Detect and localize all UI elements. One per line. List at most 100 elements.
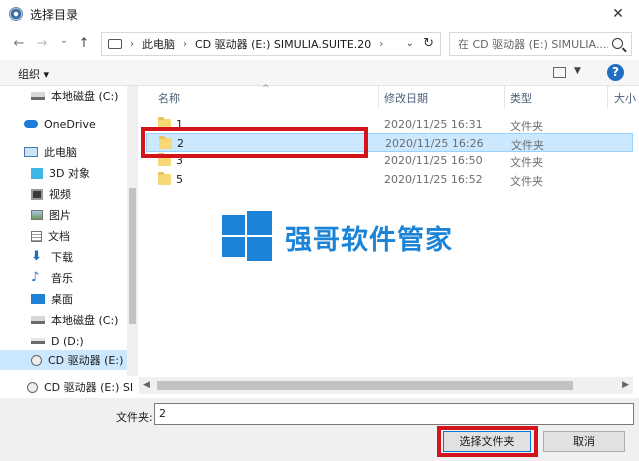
folder-field-label: 文件夹: [116, 411, 153, 424]
annotation-highlight-folder [141, 127, 368, 158]
search-box[interactable]: 在 CD 驱动器 (E:) SIMULIA.... [449, 32, 632, 56]
navigation-pane: 本地磁盘 (C:) OneDrive 此电脑 3D 对象 视频 图片 文档 ⬇ … [0, 86, 138, 376]
navigation-pane-scrollbar[interactable] [127, 86, 138, 376]
sidebar-item-documents[interactable]: 文档 [0, 226, 128, 246]
sidebar-item-label: 视频 [49, 188, 71, 201]
navigation-bar: ← → ⌄ ↑ › 此电脑 › CD 驱动器 (E:) SIMULIA.SUIT… [0, 28, 639, 60]
file-list-horizontal-scrollbar[interactable]: ◀ ▶ [139, 377, 633, 394]
refresh-icon[interactable]: ↻ [423, 36, 434, 51]
file-date: 2020/11/25 16:31 [384, 118, 483, 131]
file-type: 文件夹 [510, 175, 543, 188]
column-divider[interactable] [504, 86, 505, 108]
file-date: 2020/11/25 16:50 [384, 154, 483, 167]
music-icon: ♪ [31, 270, 40, 285]
column-header-type[interactable]: 类型 [510, 90, 532, 106]
sidebar-item-label: 本地磁盘 (C:) [51, 314, 119, 327]
folder-name-input[interactable]: 2 [154, 403, 634, 425]
view-dropdown-icon[interactable]: ▼ [574, 66, 581, 76]
file-date: 2020/11/25 16:26 [385, 137, 484, 150]
organize-menu[interactable]: 组织 ▾ [18, 66, 49, 82]
dialog-footer: 文件夹: 2 选择文件夹 取消 [0, 398, 639, 461]
document-icon [31, 230, 42, 242]
column-divider[interactable] [607, 86, 608, 108]
breadcrumb-separator: › [379, 38, 384, 50]
search-icon [612, 38, 623, 49]
view-options-icon[interactable] [553, 67, 566, 78]
column-header-date[interactable]: 修改日期 [384, 90, 428, 106]
download-icon: ⬇ [31, 249, 42, 264]
scrollbar-thumb[interactable] [129, 188, 136, 324]
sidebar-item-label: D (D:) [51, 334, 84, 348]
scroll-right-icon[interactable]: ▶ [622, 380, 629, 390]
close-button[interactable]: ✕ [609, 5, 627, 23]
cloud-icon [24, 120, 38, 128]
sidebar-item-music[interactable]: ♪ 音乐 [0, 268, 128, 288]
dialog-icon [9, 7, 23, 21]
sidebar-item-local-disk-c[interactable]: 本地磁盘 (C:) [0, 86, 128, 106]
annotation-highlight-select-button [437, 426, 538, 457]
command-toolbar: 组织 ▾ ▼ ? [0, 60, 639, 86]
breadcrumb-cd-drive[interactable]: CD 驱动器 (E:) SIMULIA.SUITE.20 [195, 36, 371, 52]
sidebar-item-label: 桌面 [51, 293, 73, 306]
up-arrow-icon[interactable]: ↑ [76, 36, 92, 51]
address-bar[interactable]: › 此电脑 › CD 驱动器 (E:) SIMULIA.SUITE.20 › ⌄… [101, 32, 441, 56]
file-date: 2020/11/25 16:52 [384, 173, 483, 186]
sidebar-item-3d-objects[interactable]: 3D 对象 [0, 163, 128, 183]
breadcrumb-separator: › [183, 38, 187, 50]
forward-arrow-icon[interactable]: → [34, 36, 50, 51]
sidebar-item-videos[interactable]: 视频 [0, 184, 128, 204]
sidebar-item-label: 音乐 [51, 272, 73, 285]
breadcrumb-this-pc[interactable]: 此电脑 [142, 36, 175, 52]
sidebar-item-label: 3D 对象 [49, 167, 90, 180]
sidebar-item-cd-drive-e[interactable]: CD 驱动器 (E:) S [0, 350, 128, 370]
sidebar-item-label: 图片 [49, 209, 71, 222]
cd-drive-icon [31, 354, 42, 366]
back-arrow-icon[interactable]: ← [11, 36, 27, 51]
help-icon[interactable]: ? [607, 64, 624, 81]
sidebar-item-label: 此电脑 [44, 146, 77, 159]
folder-icon [158, 172, 171, 185]
drive-icon [31, 316, 45, 324]
search-input[interactable]: 在 CD 驱动器 (E:) SIMULIA.... [458, 36, 608, 52]
sidebar-item-cd-drive-e-collapsed[interactable]: CD 驱动器 (E:) SI [0, 376, 138, 398]
sidebar-item-label: CD 驱动器 (E:) SI [44, 381, 134, 394]
breadcrumb-separator: › [130, 38, 134, 50]
sidebar-item-label: CD 驱动器 (E:) S [48, 354, 128, 367]
cd-drive-icon [27, 381, 38, 393]
windows-logo-icon [222, 211, 272, 261]
file-type: 文件夹 [510, 120, 543, 133]
desktop-icon [31, 294, 45, 304]
sidebar-item-label: 本地磁盘 (C:) [51, 90, 119, 103]
title-bar: 选择目录 ✕ [0, 0, 639, 28]
file-name: 5 [176, 173, 183, 186]
computer-icon [24, 147, 38, 157]
drive-icon [31, 92, 45, 100]
sidebar-item-label: 下载 [51, 251, 73, 264]
sidebar-item-desktop[interactable]: 桌面 [0, 289, 128, 309]
cube-icon [31, 167, 43, 179]
computer-icon [108, 39, 122, 49]
sidebar-item-downloads[interactable]: ⬇ 下载 [0, 247, 128, 267]
sort-ascending-icon: ^ [262, 84, 270, 94]
table-row[interactable]: 5 2020/11/25 16:52 文件夹 [146, 170, 633, 189]
scrollbar-thumb[interactable] [157, 381, 573, 390]
watermark-text: 强哥软件管家 [285, 225, 453, 256]
file-type: 文件夹 [510, 156, 543, 169]
sidebar-item-onedrive[interactable]: OneDrive [0, 114, 128, 134]
picture-icon [31, 210, 43, 220]
column-header-size[interactable]: 大小 [614, 90, 636, 106]
sidebar-item-drive-d[interactable]: D (D:) [0, 331, 128, 351]
sidebar-item-pictures[interactable]: 图片 [0, 205, 128, 225]
video-icon [31, 188, 43, 200]
scroll-left-icon[interactable]: ◀ [143, 380, 150, 390]
cancel-button[interactable]: 取消 [543, 431, 625, 452]
sidebar-item-local-disk-c-2[interactable]: 本地磁盘 (C:) [0, 310, 128, 330]
drive-icon [31, 338, 45, 344]
address-dropdown-icon[interactable]: ⌄ [406, 38, 414, 49]
sidebar-item-label: 文档 [48, 230, 70, 243]
column-divider[interactable] [378, 86, 379, 108]
recent-locations-dropdown[interactable]: ⌄ [56, 35, 72, 46]
column-header-name[interactable]: 名称 [158, 90, 180, 106]
sidebar-item-label: OneDrive [44, 117, 96, 131]
sidebar-item-this-pc[interactable]: 此电脑 [0, 142, 128, 162]
